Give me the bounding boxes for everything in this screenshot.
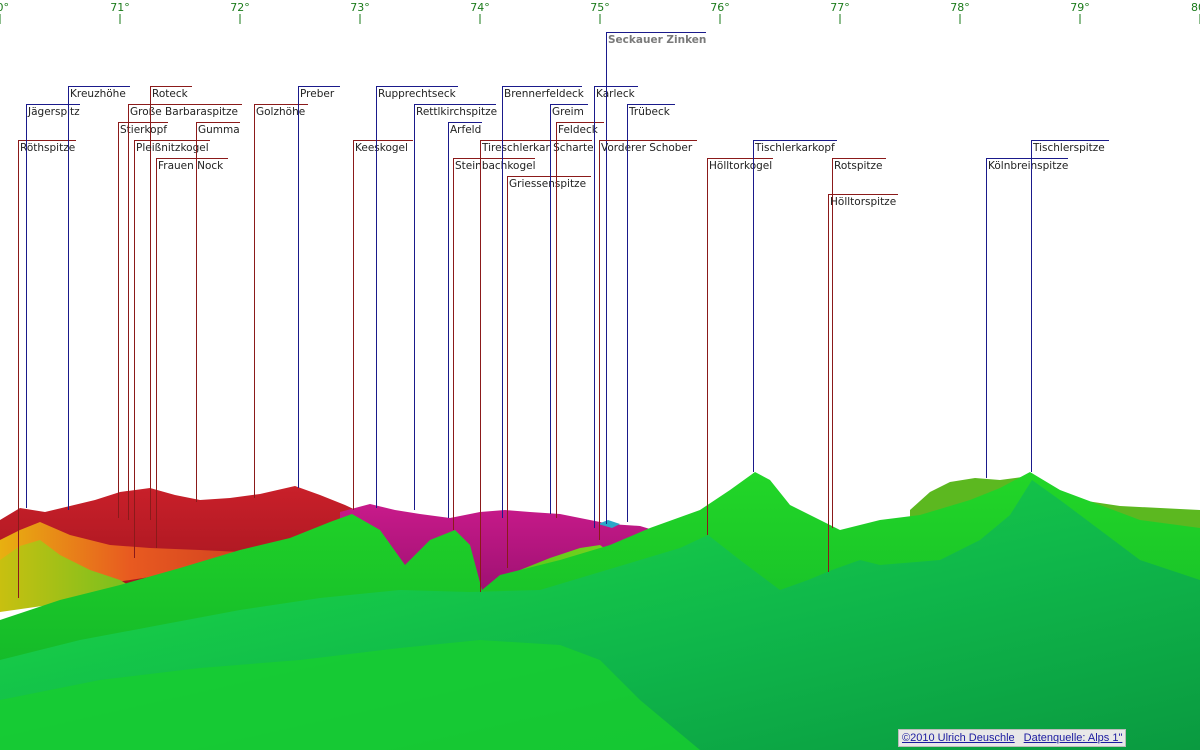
peak-marker: Greim xyxy=(550,104,588,514)
degree-label: 77° xyxy=(830,1,850,14)
peak-marker: Kölnbreinspitze xyxy=(986,158,1068,478)
peak-label: Tireschlerkar Scharte xyxy=(481,142,594,154)
peak-label: Golzhöhe xyxy=(256,106,305,118)
peak-label: Kölnbreinspitze xyxy=(988,160,1068,172)
peak-label: Griessenspitze xyxy=(509,178,586,190)
peak-marker: Keeskogel xyxy=(353,140,413,510)
peak-marker: Tischlerkarkopf xyxy=(753,140,837,472)
degree-label: 78° xyxy=(950,1,970,14)
peak-marker: Frauen Nock xyxy=(156,158,228,548)
peak-label: Stierkopf xyxy=(120,124,167,136)
peak-label: Preber xyxy=(300,88,335,100)
degree-label: 72° xyxy=(230,1,250,14)
peak-label: Rupprechtseck xyxy=(378,88,457,100)
peak-label: Jägerspitz xyxy=(27,106,80,118)
peak-label: Tischlerkarkopf xyxy=(754,142,835,154)
peak-label: Tischlerspitze xyxy=(1032,142,1105,154)
peak-label: Rotspitze xyxy=(834,160,883,172)
peak-label: Arfeld xyxy=(450,124,481,136)
degree-label: 71° xyxy=(110,1,130,14)
peak-label: Kreuzhöhe xyxy=(70,88,126,100)
degree-scale: 0° 71° 72° 73° 74° 75° 76° 77° 78° 79° 80° xyxy=(0,1,1200,24)
peak-marker: Preber xyxy=(298,86,340,488)
peak-label: Karleck xyxy=(596,88,636,100)
peak-marker: Griessenspitze xyxy=(507,176,591,568)
peak-marker: Tischlerspitze xyxy=(1031,140,1109,472)
peak-label: Frauen Nock xyxy=(158,160,224,172)
peak-label: Hölltorspitze xyxy=(830,196,896,208)
datasource-link[interactable]: Datenquelle: Alps 1" xyxy=(1024,732,1123,744)
peak-marker: Vorderer Schober xyxy=(599,140,697,540)
peak-marker: Golzhöhe xyxy=(254,104,308,498)
degree-label: 75° xyxy=(590,1,610,14)
peak-marker: Jägerspitz xyxy=(26,104,80,508)
peak-marker: Steinbachkogel xyxy=(453,158,536,530)
peak-marker: Rotspitze xyxy=(832,158,886,528)
panorama-view: 0° 71° 72° 73° 74° 75° 76° 77° 78° 79° 80° Röthspi… xyxy=(0,1,1200,750)
peak-label: Trübeck xyxy=(628,106,671,118)
degree-label: 74° xyxy=(470,1,490,14)
copyright-link[interactable]: ©2010 Ulrich Deuschle xyxy=(902,732,1015,744)
degree-label: 79° xyxy=(1070,1,1090,14)
peak-label: Rettlkirchspitze xyxy=(416,106,497,118)
peak-label: Steinbachkogel xyxy=(455,160,536,172)
peak-marker: Trübeck xyxy=(627,104,675,522)
peak-label: Röthspitze xyxy=(20,142,75,154)
peak-label: Greim xyxy=(552,106,584,118)
degree-label: 0° xyxy=(0,1,9,14)
degree-label: 76° xyxy=(710,1,730,14)
peak-label: Vorderer Schober xyxy=(601,142,693,154)
credits-bar: ©2010 Ulrich Deuschle Datenquelle: Alps 1… xyxy=(898,729,1127,747)
degree-label: 73° xyxy=(350,1,370,14)
peak-label: Große Barbaraspitze xyxy=(130,106,238,118)
peak-label: Feldeck xyxy=(558,124,599,136)
peak-label: Brennerfeldeck xyxy=(504,88,585,100)
peak-marker: Hölltorspitze xyxy=(828,194,898,572)
peak-label: Roteck xyxy=(152,88,189,100)
peak-label: Gumma xyxy=(198,124,240,136)
peak-marker: Kreuzhöhe xyxy=(68,86,130,510)
peak-marker: Stierkopf xyxy=(118,122,168,518)
peak-label: Seckauer Zinken xyxy=(608,34,706,46)
peak-label: Keeskogel xyxy=(355,142,408,154)
peak-marker: Gumma xyxy=(196,122,240,502)
peak-label: Hölltorkogel xyxy=(709,160,772,172)
degree-label: 80° xyxy=(1191,1,1200,14)
peak-label: Pleißnitzkogel xyxy=(136,142,209,154)
